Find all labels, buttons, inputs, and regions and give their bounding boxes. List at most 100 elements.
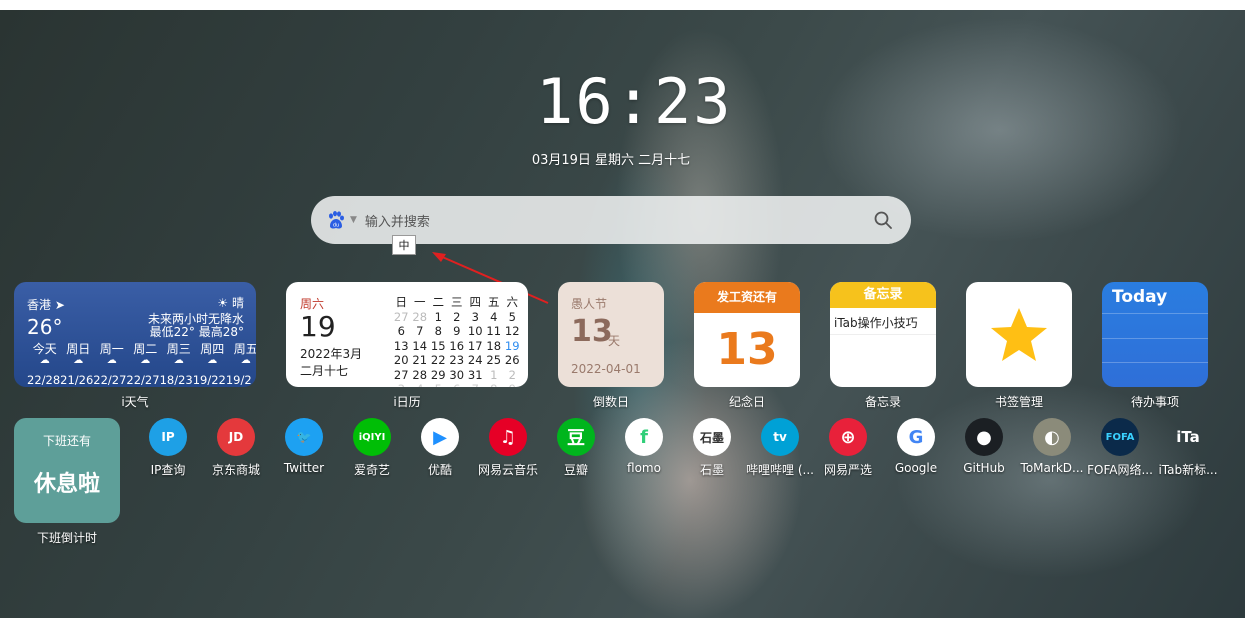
memo-label: 备忘录	[864, 395, 901, 409]
calendar-date-cell[interactable]: 7	[466, 382, 485, 387]
app-name: flomo	[627, 461, 661, 475]
svg-text:du: du	[333, 223, 339, 229]
app-shortcut[interactable]: ◐ ToMarkD...	[1018, 418, 1086, 478]
calendar-date-cell[interactable]: 6	[448, 382, 467, 387]
todo-line	[1102, 338, 1208, 339]
ime-indicator: 中	[392, 235, 416, 255]
weather-day-icons: ☁ ☁ ☁ ☁ ☁ ☁ ☁	[28, 355, 256, 369]
engine-dropdown-chevron-icon[interactable]: ▼	[350, 215, 357, 225]
calendar-date-cell[interactable]: 17	[466, 339, 485, 354]
app-icon: iTa	[1176, 428, 1200, 446]
calendar-date-cell[interactable]: 9	[503, 382, 522, 387]
payday-widget[interactable]: 发工资还有 13	[694, 282, 800, 387]
todo-widget[interactable]: Today	[1102, 282, 1208, 387]
app-shortcut[interactable]: JD 京东商城	[202, 418, 270, 478]
app-shortcut[interactable]: FOFA FOFA网络...	[1086, 418, 1154, 478]
calendar-date-cell[interactable]: 29	[429, 368, 448, 383]
offwork-title: 下班还有	[42, 434, 91, 448]
app-icon: FOFA	[1101, 418, 1139, 456]
calendar-date-cell[interactable]: 14	[411, 339, 430, 354]
calendar-weekday-header: 二	[432, 295, 445, 309]
calendar-date-cell[interactable]: 3	[392, 382, 411, 387]
calendar-date-cell[interactable]: 8	[485, 382, 504, 387]
calendar-date-cell[interactable]: 2	[503, 368, 522, 383]
calendar-date-cell[interactable]: 25	[485, 353, 504, 368]
offwork-label: 下班倒计时	[36, 531, 97, 545]
calendar-date-cell[interactable]: 7	[411, 324, 430, 339]
calendar-date-cell[interactable]: 8	[429, 324, 448, 339]
app-shortcut[interactable]: ▶ 优酷	[406, 418, 474, 478]
calendar-date-cell[interactable]: 18	[485, 339, 504, 354]
calendar-date-cell[interactable]: 1	[429, 310, 448, 325]
calendar-date-cell[interactable]: 12	[503, 324, 522, 339]
calendar-date-cell[interactable]: 24	[466, 353, 485, 368]
calendar-date-cell[interactable]: 4	[411, 382, 430, 387]
app-shortcut[interactable]: iQIYI 爱奇艺	[338, 418, 406, 478]
bookmark-widget[interactable]	[966, 282, 1072, 387]
calendar-date-cell[interactable]: 3	[466, 310, 485, 325]
calendar-date-cell[interactable]: 28	[411, 310, 430, 325]
calendar-date-cell[interactable]: 27	[392, 368, 411, 383]
calendar-date-cell[interactable]: 13	[392, 339, 411, 354]
app-icon: IP	[149, 418, 187, 456]
calendar-date-cell[interactable]: 30	[448, 368, 467, 383]
clock-date: 03月19日 星期六 二月十七	[531, 153, 691, 168]
calendar-date-cell[interactable]: 21	[411, 353, 430, 368]
weather-range-line: 最低22° 最高28°	[149, 325, 244, 339]
app-shortcut[interactable]: 豆豆瓣	[542, 418, 610, 478]
app-name: ToMarkD...	[1020, 461, 1084, 475]
app-shortcut[interactable]: ♫ 网易云音乐	[474, 418, 542, 478]
calendar-date-cell[interactable]: 28	[411, 368, 430, 383]
app-icon: 石墨	[693, 418, 731, 456]
calendar-date-cell[interactable]: 15	[429, 339, 448, 354]
calendar-date-cell[interactable]: 27	[392, 310, 411, 325]
calendar-date-cell[interactable]: 23	[448, 353, 467, 368]
calendar-date-cell[interactable]: 26	[503, 353, 522, 368]
calendar-widget[interactable]: 周六 19 2022年3月 二月十七 日一二三四五六 27 28 1 2 3 4 5 6 7 8 9 1…	[286, 282, 528, 387]
calendar-date-cell[interactable]: 16	[448, 339, 467, 354]
calendar-day: 19	[300, 310, 336, 343]
calendar-date-cell[interactable]: 31	[466, 368, 485, 383]
app-shortcut[interactable]: 🐦 Twitter	[270, 418, 338, 478]
calendar-date-cell[interactable]: 6	[392, 324, 411, 339]
calendar-date-cell[interactable]: 20	[392, 353, 411, 368]
calendar-date-cell[interactable]: 4	[485, 310, 504, 325]
calendar-weekday-header: 三	[451, 295, 463, 309]
app-name: Twitter	[283, 461, 325, 475]
app-shortcut[interactable]: ● GitHub	[950, 418, 1018, 478]
calendar-date-cell[interactable]: 1	[485, 368, 504, 383]
calendar-date-cell[interactable]: 9	[448, 324, 467, 339]
app-shortcut[interactable]: f flomo	[610, 418, 678, 478]
app-name: Google	[894, 461, 938, 475]
offwork-widget[interactable]: 下班还有 休息啦	[14, 418, 120, 523]
app-icon: f	[625, 418, 663, 456]
countdown-widget[interactable]: 愚人节 13 天 2022-04-01	[558, 282, 664, 387]
app-icon: iQIYI	[353, 418, 391, 456]
search-input[interactable]: 输入并搜索	[365, 211, 873, 230]
calendar-date-cell[interactable]: 2	[448, 310, 467, 325]
calendar-date-cell[interactable]: 22	[429, 353, 448, 368]
app-shortcut[interactable]: IP IP查询	[134, 418, 202, 478]
app-icon: ◐	[1033, 418, 1071, 456]
app-name: iTab新标...	[1158, 463, 1218, 477]
app-shortcut[interactable]: ⊕ 网易严选	[814, 418, 882, 478]
search-icon[interactable]	[873, 210, 893, 230]
app-name: 爱奇艺	[353, 463, 390, 477]
app-shortcut[interactable]: tv 哔哩哔哩 (...	[746, 418, 814, 478]
calendar-date-cell[interactable]: 11	[485, 324, 504, 339]
calendar-date-cell[interactable]: 5	[429, 382, 448, 387]
app-shortcut[interactable]: 石墨 石墨	[678, 418, 746, 478]
calendar-date-cell[interactable]: 10	[466, 324, 485, 339]
app-shortcut[interactable]: iTa iTab新标...	[1154, 418, 1222, 478]
weather-widget[interactable]: 香港 ➤ 26° ☀ 晴 未来两小时无降水 最低22° 最高28° 今天 周日 周一…	[14, 282, 256, 387]
calendar-date-cell[interactable]: 19	[503, 339, 522, 354]
cloud-icon: ☁	[140, 355, 151, 366]
app-name: 豆瓣	[563, 463, 588, 477]
memo-header: 备忘录	[830, 282, 936, 308]
calendar-date-cell[interactable]: 5	[503, 310, 522, 325]
app-shortcut[interactable]: G Google	[882, 418, 950, 478]
memo-item[interactable]: iTab操作小技巧	[834, 314, 918, 331]
memo-widget[interactable]: 备忘录 iTab操作小技巧	[830, 282, 936, 387]
baidu-engine-icon[interactable]: du	[325, 209, 347, 231]
app-name: 网易严选	[823, 463, 872, 477]
